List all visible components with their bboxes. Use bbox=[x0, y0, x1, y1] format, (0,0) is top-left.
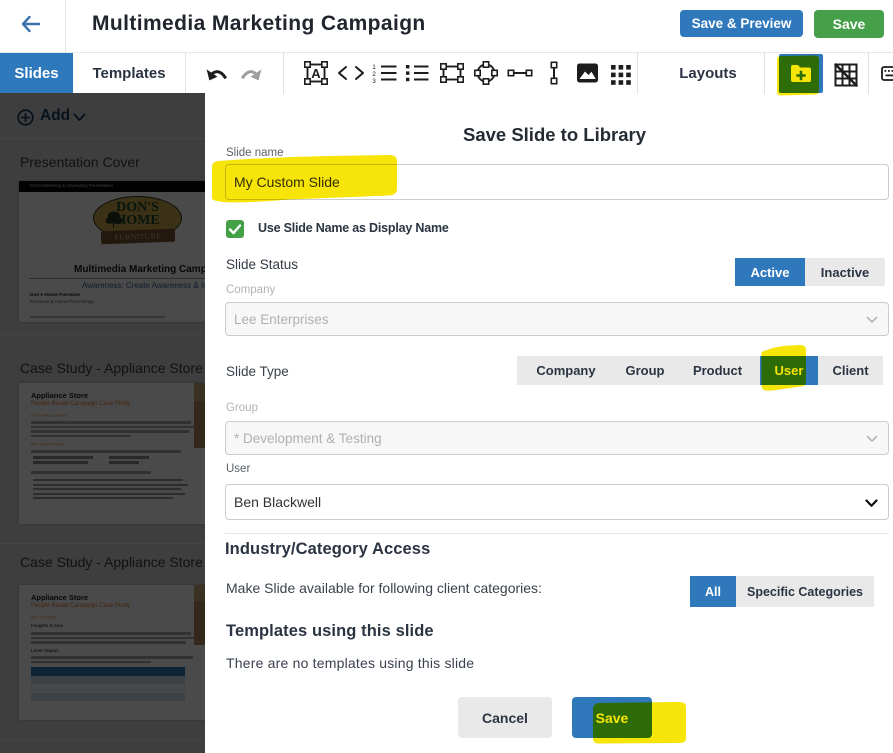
svg-text:1: 1 bbox=[372, 64, 376, 71]
svg-text:A: A bbox=[311, 66, 321, 81]
svg-text:2: 2 bbox=[372, 71, 376, 78]
svg-text:3: 3 bbox=[372, 78, 376, 85]
